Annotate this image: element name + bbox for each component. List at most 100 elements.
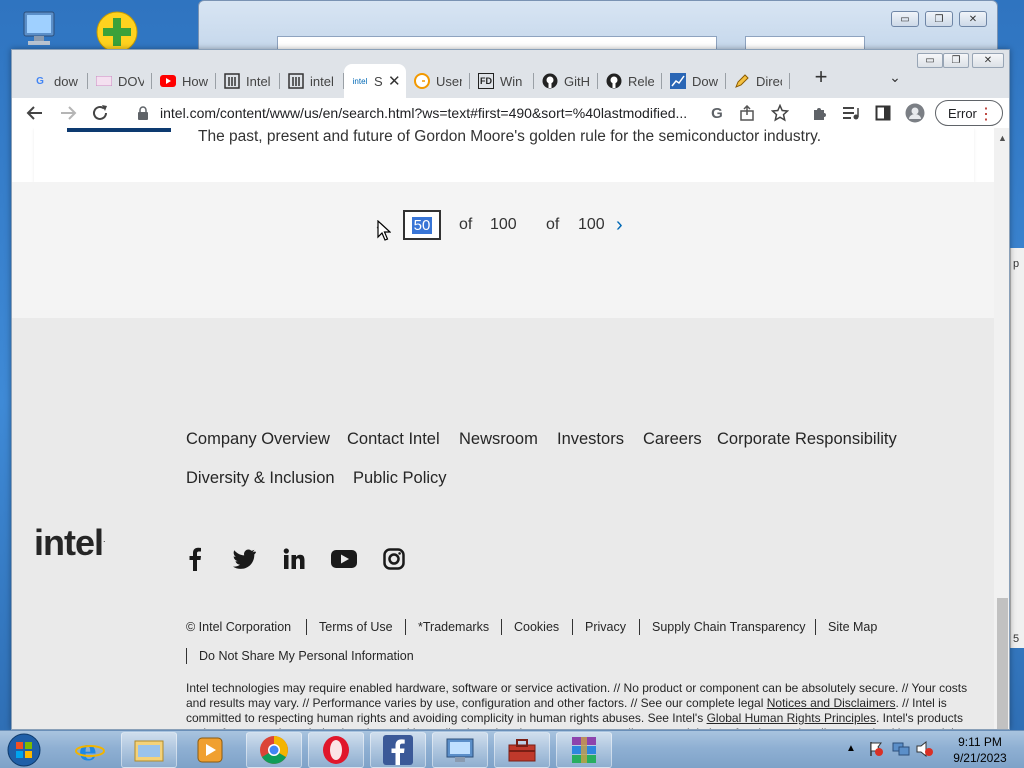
tab-github-1[interactable]: GitH [534, 64, 598, 98]
tab-search-chevron-icon[interactable]: ⌄ [884, 66, 906, 88]
tab-site[interactable]: DOV [88, 64, 152, 98]
start-button[interactable] [4, 732, 44, 768]
facebook-icon[interactable] [182, 546, 208, 572]
tab-label: Win [500, 73, 523, 89]
scroll-up-arrow-icon[interactable]: ▲ [994, 128, 1009, 148]
network-icon[interactable] [892, 741, 910, 762]
twitter-icon[interactable] [231, 546, 257, 572]
tab-win[interactable]: FD Win [470, 64, 534, 98]
linkedin-icon[interactable] [281, 546, 307, 572]
vertical-scrollbar[interactable]: ▲ [994, 128, 1009, 729]
more-menu-icon[interactable]: ⋮ [978, 104, 994, 124]
footer-separator [306, 619, 307, 635]
scrollbar-thumb[interactable] [997, 598, 1008, 729]
clock-date: 9/21/2023 [953, 751, 1007, 765]
footer-link-diversity-inclusion[interactable]: Diversity & Inclusion [186, 469, 335, 488]
tab-label: Direc [756, 73, 782, 89]
media-controls-icon[interactable] [838, 100, 864, 126]
reload-icon[interactable] [87, 100, 113, 126]
footer-separator [815, 619, 816, 635]
close-window-button[interactable]: ✕ [972, 53, 1004, 68]
show-hidden-icons-icon[interactable]: ▲ [846, 743, 856, 754]
computer-desktop-icon[interactable] [14, 8, 62, 50]
footer-link-careers[interactable]: Careers [643, 430, 702, 449]
side-panel-icon[interactable] [870, 100, 896, 126]
of-label: of [459, 216, 473, 233]
tab-intel-search-active[interactable]: intel S ✕ [344, 64, 406, 98]
footer-separator [501, 619, 502, 635]
url-text[interactable]: intel.com/content/www/us/en/search.html?… [160, 105, 720, 121]
instagram-icon[interactable] [381, 546, 407, 572]
footer-separator [186, 648, 187, 664]
footer-separator [405, 619, 406, 635]
minimize-button[interactable]: ▭ [917, 53, 943, 68]
explorer-icon[interactable] [121, 732, 177, 768]
close-tab-icon[interactable]: ✕ [388, 72, 401, 90]
control-panel-icon[interactable] [432, 732, 488, 768]
tab-direct[interactable]: Direc [726, 64, 790, 98]
footer-link-newsroom[interactable]: Newsroom [459, 430, 538, 449]
bg-close-button[interactable]: ✕ [959, 11, 987, 27]
total-pages: 100 [490, 216, 517, 233]
action-center-flag-icon[interactable] [868, 741, 884, 762]
intel-logo[interactable]: intel. [34, 522, 105, 564]
notices-disclaimers-link[interactable]: Notices and Disclaimers [767, 696, 896, 710]
browser-window: ▭ ❐ ✕ G dow DOV How Intel intel intel S … [11, 49, 1010, 730]
footer-link-public-policy[interactable]: Public Policy [353, 469, 447, 488]
lock-icon[interactable] [136, 106, 150, 120]
chart-icon [670, 73, 686, 89]
winrar-icon[interactable] [556, 732, 612, 768]
tab-intel-2[interactable]: intel [280, 64, 344, 98]
tab-label: Intel [246, 73, 271, 89]
youtube-icon[interactable] [330, 546, 358, 572]
facebook-icon[interactable] [370, 732, 426, 768]
forward-arrow-icon[interactable] [55, 100, 81, 126]
tab-intel-1[interactable]: Intel [216, 64, 280, 98]
result-thumbnail[interactable] [67, 128, 171, 132]
new-tab-button[interactable]: + [808, 64, 834, 90]
tab-google[interactable]: G dow [24, 64, 88, 98]
opera-icon[interactable] [308, 732, 364, 768]
chrome-icon[interactable] [246, 732, 302, 768]
human-rights-principles-link[interactable]: Global Human Rights Principles [707, 711, 876, 725]
total-pages: 100 [578, 216, 605, 233]
footer-link-contact-intel[interactable]: Contact Intel [347, 430, 440, 449]
clock[interactable]: 9:11 PM 9/21/2023 [940, 734, 1020, 766]
tab-github-2[interactable]: Rele [598, 64, 662, 98]
tab-youtube[interactable]: How [152, 64, 216, 98]
profile-avatar-icon[interactable] [902, 100, 928, 126]
tab-user[interactable]: User [406, 64, 470, 98]
footer-link-trademarks[interactable]: *Trademarks [418, 620, 489, 634]
tabs-row: G dow DOV How Intel intel intel S ✕ User… [24, 64, 790, 98]
footer-link-do-not-share[interactable]: Do Not Share My Personal Information [199, 649, 414, 663]
media-player-icon[interactable] [182, 732, 238, 768]
tab-download[interactable]: Dow [662, 64, 726, 98]
ie-icon[interactable]: e [62, 732, 118, 768]
back-arrow-icon[interactable] [22, 100, 48, 126]
footer-link-terms[interactable]: Terms of Use [319, 620, 393, 634]
footer-link-supply-chain[interactable]: Supply Chain Transparency [652, 620, 806, 634]
fd-icon: FD [478, 73, 494, 89]
footer-link-company-overview[interactable]: Company Overview [186, 430, 330, 449]
tab-label: Dow [692, 73, 718, 89]
bookmark-star-icon[interactable] [767, 100, 793, 126]
footer-link-investors[interactable]: Investors [557, 430, 624, 449]
add-program-desktop-icon[interactable] [92, 8, 142, 53]
bg-maximize-button[interactable]: ❐ [925, 11, 953, 27]
maximize-button[interactable]: ❐ [943, 53, 969, 68]
next-page-chevron-icon[interactable]: › [616, 214, 623, 237]
toolbox-icon[interactable] [494, 732, 550, 768]
footer-link-site-map[interactable]: Site Map [828, 620, 877, 634]
extensions-puzzle-icon[interactable] [806, 100, 832, 126]
footer-link-corporate-responsibility[interactable]: Corporate Responsibility [717, 430, 897, 449]
clipped-text: 5 [1013, 633, 1020, 645]
footer-link-cookies[interactable]: Cookies [514, 620, 559, 634]
bg-minimize-button[interactable]: ▭ [891, 11, 919, 27]
google-lens-icon[interactable]: G [704, 100, 730, 126]
profile-error-button[interactable]: Error ⋮ [935, 100, 1003, 126]
page-number-input[interactable]: 50 [403, 210, 441, 240]
volume-muted-icon[interactable] [916, 740, 934, 762]
page-number-value: 50 [411, 216, 433, 234]
share-icon[interactable] [734, 100, 760, 126]
footer-link-privacy[interactable]: Privacy [585, 620, 626, 634]
